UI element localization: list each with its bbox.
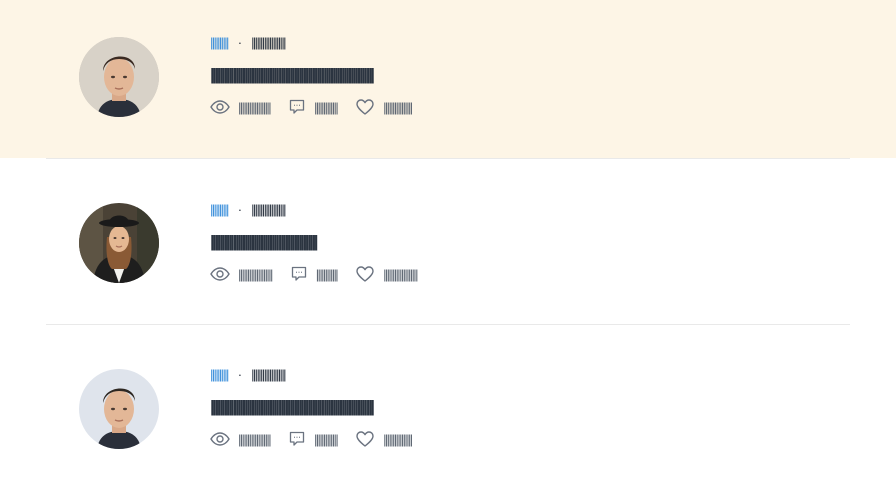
likes-stat[interactable]: ||||||||||||||||||| [355, 265, 418, 283]
man-portrait-icon [79, 37, 159, 117]
eye-icon [210, 98, 230, 116]
comments-stat[interactable]: |||||||||||| [290, 265, 339, 283]
woman-portrait-icon [79, 203, 159, 283]
views-stat: |||||||||||||||||| [210, 430, 272, 448]
post-feed: |||||||||| · ||||||||||||||||||| |||||||||… [0, 0, 896, 494]
likes-count: |||||||||||||||| [383, 431, 413, 447]
comment-icon [288, 98, 306, 116]
post-content: |||||||||| · ||||||||||||||||||| |||||||||… [210, 203, 435, 283]
comments-stat[interactable]: ||||||||||||| [288, 430, 339, 448]
post-content: |||||||||| · ||||||||||||||||||| |||||||||… [210, 36, 430, 116]
post-meta: |||||||||| · ||||||||||||||||||| [210, 368, 430, 382]
post-stats: |||||||||||||||||| ||||||||||||| |||||||… [210, 430, 430, 448]
likes-count: ||||||||||||||||||| [383, 266, 418, 282]
post-stats: ||||||||||||||||||| |||||||||||| |||||||… [210, 265, 435, 283]
views-stat: ||||||||||||||||||| [210, 265, 273, 283]
avatar[interactable] [79, 203, 159, 283]
avatar[interactable] [79, 37, 159, 117]
post-date: ||||||||||||||||||| [251, 35, 286, 50]
post-meta: |||||||||| · ||||||||||||||||||| [210, 36, 430, 50]
eye-icon [210, 430, 230, 448]
heart-icon[interactable] [355, 430, 375, 448]
comment-icon [290, 265, 308, 283]
views-stat: |||||||||||||||||| [210, 98, 272, 116]
likes-count: |||||||||||||||| [383, 99, 413, 115]
post-content: |||||||||| · ||||||||||||||||||| |||||||||… [210, 368, 430, 448]
post-date: ||||||||||||||||||| [251, 367, 286, 382]
comments-stat[interactable]: ||||||||||||| [288, 98, 339, 116]
post-meta: |||||||||| · ||||||||||||||||||| [210, 203, 435, 217]
meta-separator: · [237, 202, 243, 217]
comments-count: |||||||||||| [315, 266, 339, 282]
post-date: ||||||||||||||||||| [251, 202, 286, 217]
post-stats: |||||||||||||||||| ||||||||||||| |||||||… [210, 98, 430, 116]
post-item[interactable]: |||||||||| · ||||||||||||||||||| |||||||||… [0, 325, 896, 494]
post-title[interactable]: ||||||||||||||||||||||||||||||||||||||||… [210, 233, 435, 251]
avatar[interactable] [79, 369, 159, 449]
comment-icon [288, 430, 306, 448]
likes-stat[interactable]: |||||||||||||||| [355, 98, 413, 116]
meta-separator: · [237, 35, 243, 50]
author-link[interactable]: |||||||||| [210, 367, 229, 382]
author-link[interactable]: |||||||||| [210, 202, 229, 217]
heart-icon[interactable] [355, 265, 375, 283]
eye-icon [210, 265, 230, 283]
views-count: |||||||||||||||||| [238, 99, 272, 115]
post-item[interactable]: |||||||||| · ||||||||||||||||||| |||||||||… [0, 158, 896, 325]
post-title[interactable]: ||||||||||||||||||||||||||||||||||||||||… [210, 398, 430, 416]
post-title[interactable]: ||||||||||||||||||||||||||||||||||||||||… [210, 66, 430, 84]
comments-count: ||||||||||||| [314, 99, 339, 115]
likes-stat[interactable]: |||||||||||||||| [355, 430, 413, 448]
author-link[interactable]: |||||||||| [210, 35, 229, 50]
heart-icon[interactable] [355, 98, 375, 116]
comments-count: ||||||||||||| [314, 431, 339, 447]
views-count: |||||||||||||||||| [238, 431, 272, 447]
man-portrait-icon [79, 369, 159, 449]
meta-separator: · [237, 367, 243, 382]
views-count: ||||||||||||||||||| [238, 266, 273, 282]
post-item[interactable]: |||||||||| · ||||||||||||||||||| |||||||||… [0, 0, 896, 159]
